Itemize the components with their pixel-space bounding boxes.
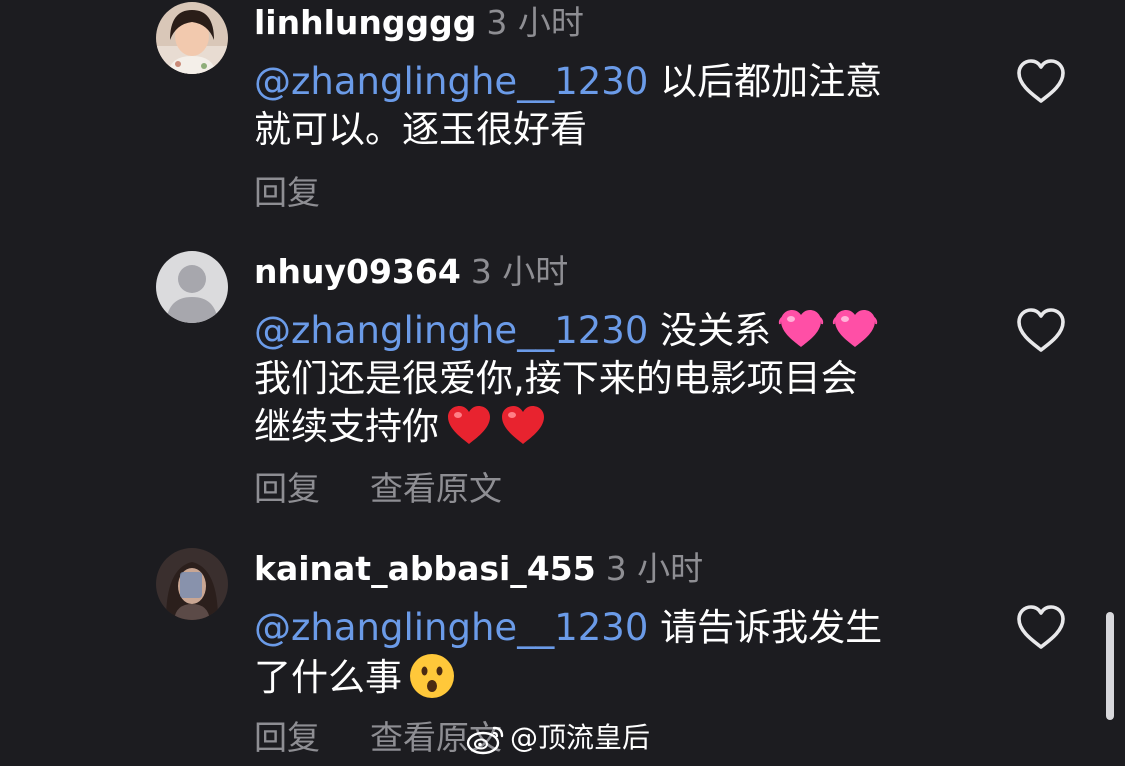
watermark: @顶流皇后 [466, 718, 650, 758]
comment-text: 没关系 [648, 309, 772, 352]
watermark-text: @顶流皇后 [510, 721, 651, 754]
comment-actions: 回复 查看原文 [254, 469, 502, 509]
red-heart-emoji [502, 406, 544, 444]
avatar[interactable] [156, 251, 228, 323]
reply-button[interactable]: 回复 [254, 173, 320, 213]
red-heart-emoji [448, 406, 490, 444]
username[interactable]: linhlungggg [254, 3, 476, 42]
comment-time: 3 小时 [605, 549, 704, 588]
comment-time: 3 小时 [470, 252, 569, 291]
avatar[interactable] [156, 2, 228, 74]
avatar[interactable] [156, 548, 228, 620]
pink-heart-emoji [832, 310, 878, 347]
comment-text: 我们还是很爱你,接下来的电影项目会 [254, 357, 858, 400]
weibo-logo-icon [466, 726, 504, 755]
heart-icon[interactable] [1015, 307, 1067, 355]
reply-button[interactable]: 回复 [254, 718, 320, 758]
username[interactable]: kainat_abbasi_455 [254, 549, 596, 588]
comment-text: 了什么事 [254, 656, 402, 699]
comment-header: linhlungggg 3 小时 [254, 3, 584, 43]
comment-text: 以后都加注意 [648, 60, 883, 103]
mention-link[interactable]: @zhanglinghe__1230 [254, 60, 648, 103]
see-original-button[interactable]: 查看原文 [370, 469, 502, 509]
heart-icon[interactable] [1015, 604, 1067, 652]
reply-button[interactable]: 回复 [254, 469, 320, 509]
comment-text: 请告诉我发生 [648, 606, 883, 649]
comment-text: 就可以。逐玉很好看 [254, 108, 587, 151]
comment-actions: 回复 查看原文 [254, 718, 502, 758]
comment-body: @zhanglinghe__1230 没关系 我们还是很爱你,接下来的电影项目会… [254, 307, 974, 451]
comment-text: 继续支持你 [254, 405, 439, 448]
heart-icon[interactable] [1015, 58, 1067, 106]
mention-link[interactable]: @zhanglinghe__1230 [254, 309, 648, 352]
comment-body: @zhanglinghe__1230 请告诉我发生 了什么事 [254, 604, 954, 702]
comment-body: @zhanglinghe__1230 以后都加注意 就可以。逐玉很好看 [254, 58, 954, 154]
pink-heart-emoji [778, 310, 824, 347]
scrollbar[interactable] [1106, 612, 1114, 720]
surprised-face-emoji [410, 654, 454, 698]
comment-header: nhuy09364 3 小时 [254, 252, 568, 292]
comment-header: kainat_abbasi_455 3 小时 [254, 549, 703, 589]
comment-actions: 回复 [254, 173, 370, 213]
mention-link[interactable]: @zhanglinghe__1230 [254, 606, 648, 649]
comment-time: 3 小时 [486, 3, 584, 42]
username[interactable]: nhuy09364 [254, 252, 461, 291]
comments-screen: linhlungggg 3 小时 @zhanglinghe__1230 以后都加注… [0, 0, 1125, 766]
